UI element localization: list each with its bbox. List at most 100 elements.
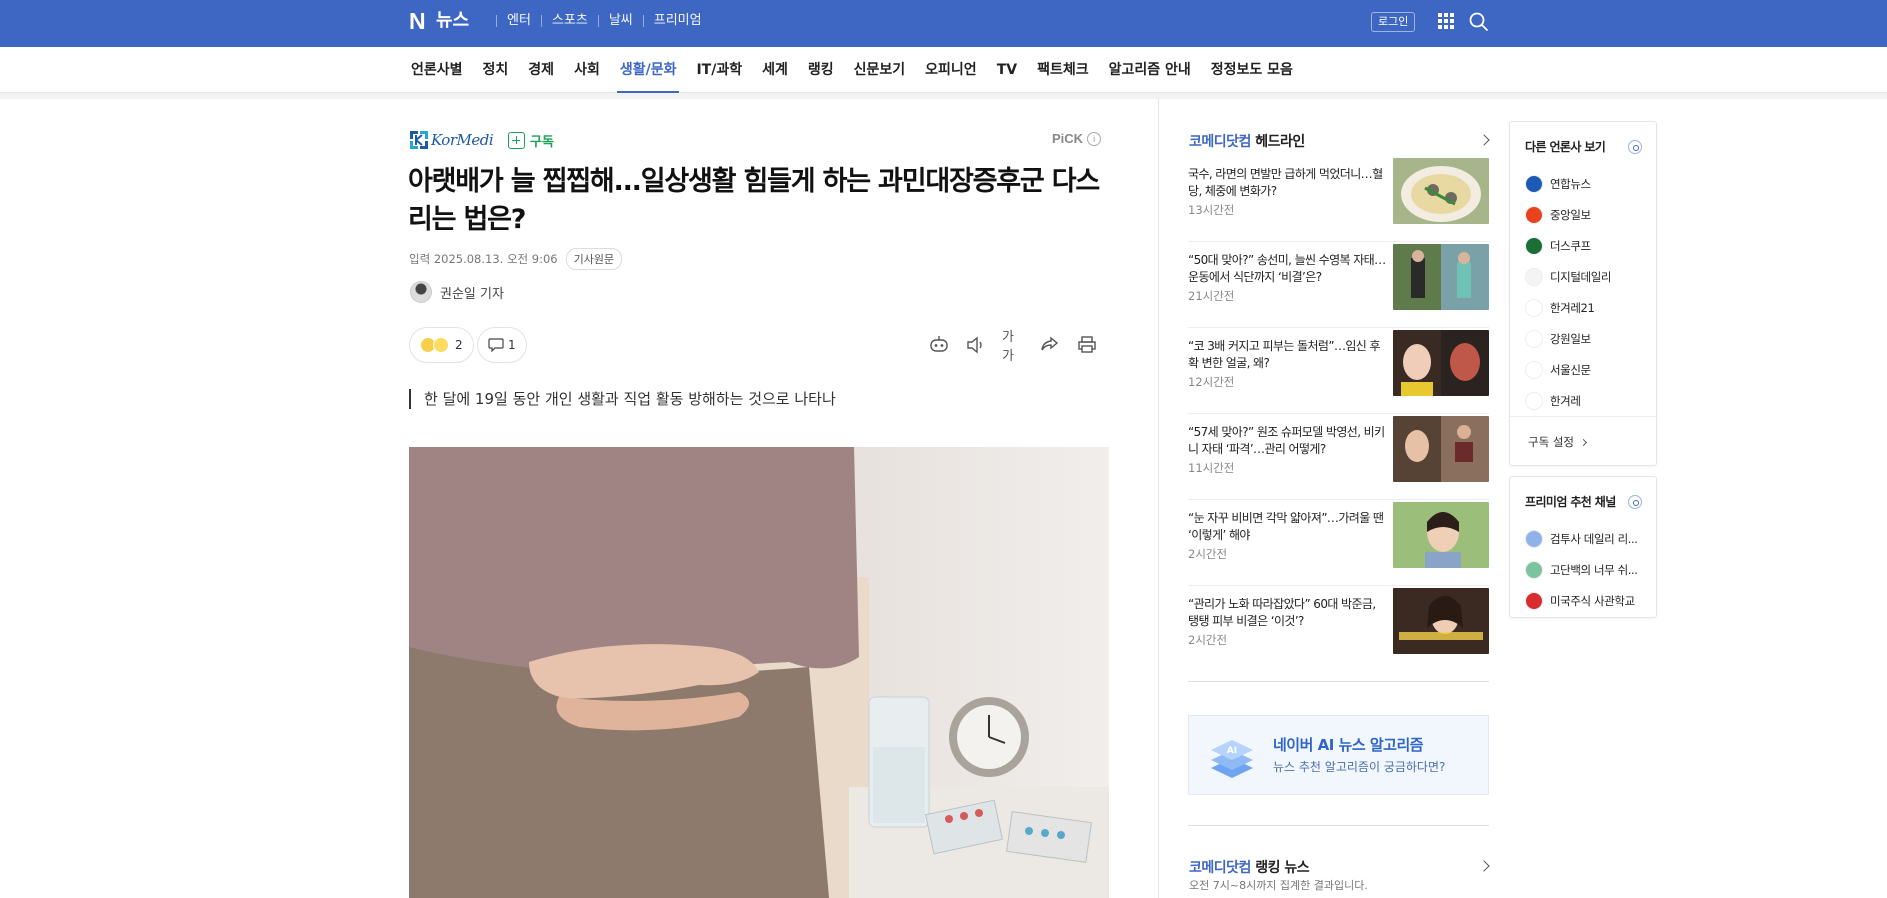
press-logo-icon <box>1525 329 1543 348</box>
comment-button[interactable]: 1 <box>477 327 527 363</box>
nav-algorithm[interactable]: 알고리즘 안내 <box>1109 47 1191 93</box>
other-press-title: 다른 언론사 보기 <box>1525 140 1606 154</box>
divider <box>540 15 542 27</box>
nav-world[interactable]: 세계 <box>762 47 788 93</box>
news-thumbnail[interactable] <box>1393 158 1489 224</box>
article-date: 입력 2025.08.13. 오전 9:06 기사원문 <box>409 248 623 270</box>
ranking-subtitle: 오전 7시~8시까지 집계한 결과입니다. <box>1189 879 1368 892</box>
press-item[interactable]: 더스쿠프 <box>1525 230 1611 261</box>
press-item[interactable]: 강원일보 <box>1525 323 1611 354</box>
news-title[interactable]: “눈 자꾸 비비면 각막 얇아져”…가려울 땐 ‘이렇게’ 해야 <box>1188 510 1388 544</box>
nav-opinion[interactable]: 오피니언 <box>925 47 977 93</box>
headline-section-title[interactable]: 코메디닷컴 헤드라인 <box>1189 131 1305 151</box>
pick-badge[interactable]: PiCK i <box>1052 131 1102 146</box>
original-article-button[interactable]: 기사원문 <box>565 248 623 270</box>
news-thumbnail[interactable] <box>1393 416 1489 482</box>
nav-it-science[interactable]: IT/과학 <box>696 47 742 93</box>
audio-icon[interactable] <box>965 334 987 356</box>
subscribe-label: 구독 <box>530 135 554 150</box>
link-premium[interactable]: 프리미엄 <box>654 12 702 30</box>
news-thumbnail[interactable] <box>1393 244 1489 310</box>
nav-life-culture[interactable]: 생활/문화 <box>616 47 680 93</box>
list-item[interactable]: “50대 맞아?” 송선미, 늘씬 수영복 자태…운동에서 식단까지 ‘비결’은… <box>1188 242 1489 328</box>
list-item[interactable]: 국수, 라면의 면발만 급하게 먹었더니…혈당, 체중에 변화가? 13시간전 <box>1188 156 1489 242</box>
list-item[interactable]: “눈 자꾸 비비면 각막 얇아져”…가려울 땐 ‘이렇게’ 해야 2시간전 <box>1188 500 1489 586</box>
link-sports[interactable]: 스포츠 <box>552 12 588 30</box>
nav-shadow <box>0 93 1887 99</box>
news-thumbnail[interactable] <box>1393 588 1489 654</box>
press-logo-icon <box>1525 205 1543 224</box>
press-logo-icon <box>1525 267 1543 286</box>
nav-ranking[interactable]: 랭킹 <box>808 47 834 93</box>
news-service-title[interactable]: 뉴스 <box>436 9 469 33</box>
reaction-button[interactable]: 2 <box>409 327 474 363</box>
news-time: 13시간전 <box>1188 203 1235 217</box>
info-icon[interactable]: i <box>1087 131 1102 146</box>
channel-item[interactable]: 검투사 데일리 리... <box>1525 523 1638 554</box>
share-icon[interactable] <box>1039 334 1061 356</box>
font-size-icon[interactable]: 가가 <box>1002 330 1024 364</box>
list-item[interactable]: “관리가 노화 따라잡았다” 60대 박준금, 탱탱 피부 비결은 ‘이것’? … <box>1188 586 1489 672</box>
apps-grid-icon[interactable] <box>1438 13 1454 29</box>
channel-logo-icon <box>1525 560 1543 579</box>
press-item[interactable]: 중앙일보 <box>1525 199 1611 230</box>
link-entertain[interactable]: 엔터 <box>507 12 531 30</box>
nav-factcheck[interactable]: 팩트체크 <box>1037 47 1089 93</box>
column-divider <box>1158 99 1159 898</box>
news-thumbnail[interactable] <box>1393 330 1489 396</box>
reporter-avatar <box>410 281 432 303</box>
nav-tv[interactable]: TV <box>997 47 1017 93</box>
ai-algorithm-banner[interactable]: AI 네이버 AI 뉴스 알고리즘 뉴스 추천 알고리즘이 궁금하다면? <box>1188 715 1489 795</box>
search-icon[interactable] <box>1469 12 1489 32</box>
news-title[interactable]: “관리가 노화 따라잡았다” 60대 박준금, 탱탱 피부 비결은 ‘이것’? <box>1188 596 1388 630</box>
press-item[interactable]: 한겨레 <box>1525 385 1611 416</box>
press-item[interactable]: 한겨레21 <box>1525 292 1611 323</box>
nav-society[interactable]: 사회 <box>574 47 600 93</box>
top-bar: N 뉴스 엔터 스포츠 날씨 프리미엄 로그인 <box>0 0 1887 47</box>
press-logo-icon <box>1525 236 1543 255</box>
news-title[interactable]: “50대 맞아?” 송선미, 늘씬 수영복 자태…운동에서 식단까지 ‘비결’은… <box>1188 252 1388 286</box>
ranking-section-title[interactable]: 코메디닷컴 랭킹 뉴스 <box>1189 857 1310 877</box>
refresh-icon[interactable] <box>1628 140 1642 154</box>
headline-label: 헤드라인 <box>1255 134 1305 150</box>
press-item-name: 강원일보 <box>1550 331 1591 346</box>
press-item[interactable]: 디지털데일리 <box>1525 261 1611 292</box>
comment-count: 1 <box>508 338 516 352</box>
reporter[interactable]: 권순일 기자 <box>410 281 504 303</box>
channel-name: 검투사 데일리 리... <box>1550 531 1638 546</box>
news-title[interactable]: “57세 맞아?” 원조 슈퍼모델 박영선, 비키니 자태 ‘파격’…관리 어떻… <box>1188 424 1388 458</box>
press-item[interactable]: 서울신문 <box>1525 354 1611 385</box>
press-logo[interactable]: KorMedi <box>410 131 494 149</box>
news-time: 2시간전 <box>1188 633 1228 647</box>
press-item-name: 중앙일보 <box>1550 207 1591 222</box>
list-item[interactable]: “57세 맞아?” 원조 슈퍼모델 박영선, 비키니 자태 ‘파격’…관리 어떻… <box>1188 414 1489 500</box>
subscription-settings-label: 구독 설정 <box>1528 435 1574 449</box>
nav-economy[interactable]: 경제 <box>528 47 554 93</box>
link-weather[interactable]: 날씨 <box>609 12 633 30</box>
refresh-icon[interactable] <box>1628 495 1642 509</box>
news-time: 2시간전 <box>1188 547 1228 561</box>
nav-press[interactable]: 언론사별 <box>411 47 463 93</box>
news-title[interactable]: “코 3배 커지고 피부는 돌처럼”…임신 후 확 변한 얼굴, 왜? <box>1188 338 1388 372</box>
nav-politics[interactable]: 정치 <box>483 47 509 93</box>
chevron-right-icon <box>1579 438 1587 447</box>
ai-stack-icon: AI <box>1211 740 1253 778</box>
subscribe-button[interactable]: 구독 <box>508 131 554 150</box>
chevron-right-icon[interactable] <box>1478 860 1490 872</box>
login-button[interactable]: 로그인 <box>1371 12 1416 32</box>
list-item[interactable]: “코 3배 커지고 피부는 돌처럼”…임신 후 확 변한 얼굴, 왜? 12시간… <box>1188 328 1489 414</box>
channel-item[interactable]: 미국주식 사관학교 <box>1525 585 1638 616</box>
divider <box>1188 681 1489 682</box>
news-thumbnail[interactable] <box>1393 502 1489 568</box>
print-icon[interactable] <box>1076 334 1098 356</box>
subscription-settings-link[interactable]: 구독 설정 <box>1528 434 1587 450</box>
news-time: 21시간전 <box>1188 289 1235 303</box>
channel-item[interactable]: 고단백의 너무 쉬... <box>1525 554 1638 585</box>
nav-corrections[interactable]: 정정보도 모음 <box>1211 47 1293 93</box>
naver-logo[interactable]: N <box>409 10 429 33</box>
press-item[interactable]: 연합뉴스 <box>1525 168 1611 199</box>
news-title[interactable]: 국수, 라면의 면발만 급하게 먹었더니…혈당, 체중에 변화가? <box>1188 166 1388 200</box>
nav-newspaper[interactable]: 신문보기 <box>854 47 906 93</box>
summary-bot-icon[interactable] <box>928 334 950 356</box>
chevron-right-icon[interactable] <box>1478 134 1490 146</box>
